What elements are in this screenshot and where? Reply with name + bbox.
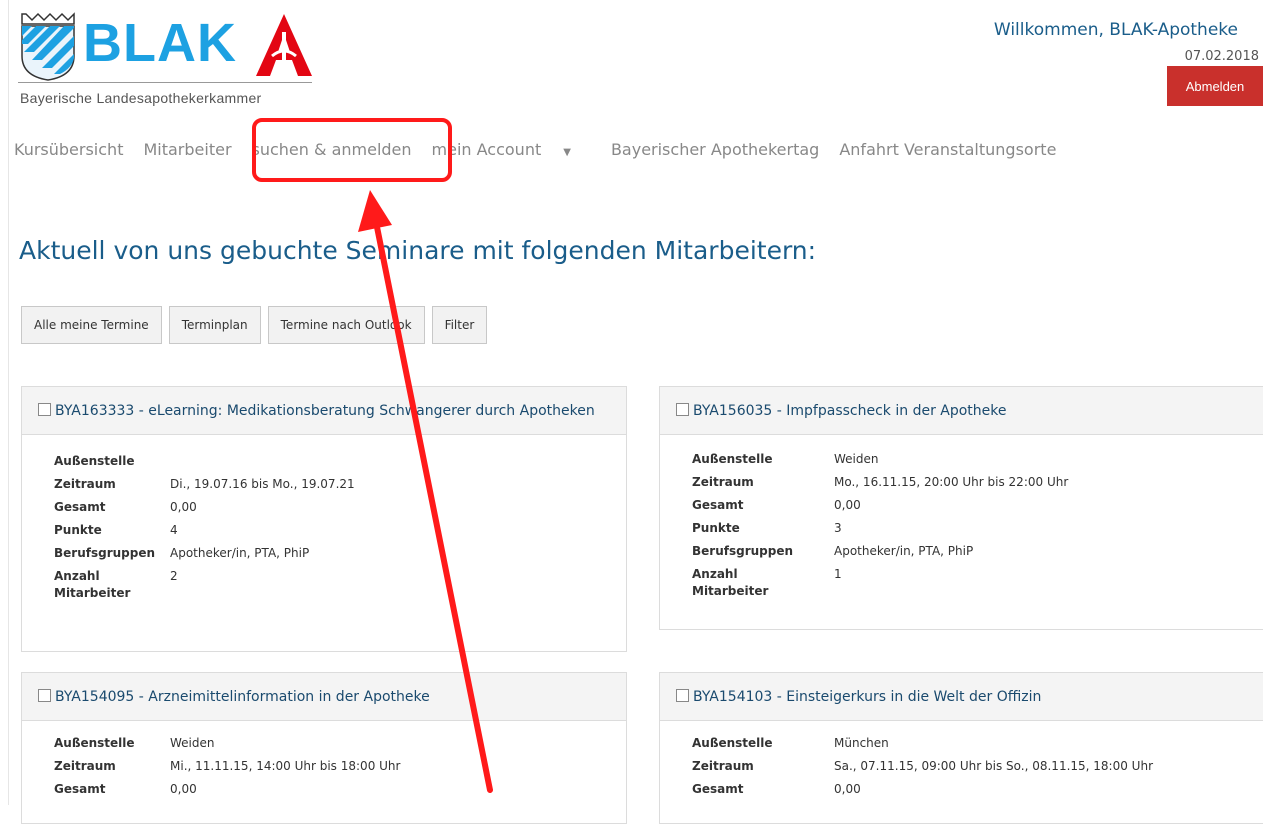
checkbox-icon[interactable] bbox=[38, 689, 51, 702]
seminar-title[interactable]: BYA154103 - Einsteigerkurs in die Welt d… bbox=[693, 689, 1041, 705]
nav-item-anfahrt[interactable]: Anfahrt Veranstaltungsorte bbox=[839, 140, 1056, 159]
detail-row: Zeitraum Mi., 11.11.15, 14:00 Uhr bis 18:… bbox=[54, 759, 401, 773]
outlook-export-button[interactable]: Termine nach Outlook bbox=[267, 306, 425, 344]
checkbox-icon[interactable] bbox=[676, 689, 689, 702]
seminar-card: BYA154103 - Einsteigerkurs in die Welt d… bbox=[659, 672, 1263, 824]
main-nav: Kursübersicht Mitarbeiter suchen & anmel… bbox=[14, 140, 1076, 159]
seminar-card: BYA156035 - Impfpasscheck in der Apothek… bbox=[659, 386, 1263, 630]
seminar-title[interactable]: BYA163333 - eLearning: Medikationsberatu… bbox=[55, 403, 595, 419]
seminar-card-header: BYA154095 - Arzneimittelinformation in d… bbox=[22, 673, 626, 721]
detail-row: Zeitraum Mo., 16.11.15, 20:00 Uhr bis 22:… bbox=[692, 475, 1069, 489]
nav-item-kursuebersicht[interactable]: Kursübersicht bbox=[14, 140, 123, 159]
seminar-card-header: BYA154103 - Einsteigerkurs in die Welt d… bbox=[660, 673, 1263, 721]
filter-button[interactable]: Filter bbox=[431, 306, 488, 344]
detail-row: Berufsgruppen Apotheker/in, PTA, PhiP bbox=[54, 546, 310, 560]
checkbox-icon[interactable] bbox=[38, 403, 51, 416]
detail-row: Außenstelle Weiden bbox=[54, 736, 215, 750]
bavarian-crest-icon bbox=[21, 12, 75, 81]
blak-logo[interactable]: BLAK Bayerische Landesapothekerkammer bbox=[18, 10, 314, 108]
logout-button[interactable]: Abmelden bbox=[1167, 66, 1263, 106]
logo-divider bbox=[18, 82, 312, 83]
detail-row: Gesamt 0,00 bbox=[54, 500, 197, 514]
current-date: 07.02.2018 bbox=[1184, 49, 1259, 64]
seminar-card-header: BYA156035 - Impfpasscheck in der Apothek… bbox=[660, 387, 1263, 435]
seminar-card: BYA154095 - Arzneimittelinformation in d… bbox=[21, 672, 627, 824]
page-border bbox=[8, 0, 9, 805]
detail-row: Anzahl Mitarbeiter 1 bbox=[692, 567, 842, 598]
seminar-card: BYA163333 - eLearning: Medikationsberatu… bbox=[21, 386, 627, 652]
seminar-card-header: BYA163333 - eLearning: Medikationsberatu… bbox=[22, 387, 626, 435]
detail-row: Zeitraum Sa., 07.11.15, 09:00 Uhr bis So.… bbox=[692, 759, 1154, 773]
checkbox-icon[interactable] bbox=[676, 403, 689, 416]
detail-row: Gesamt 0,00 bbox=[692, 782, 861, 796]
detail-row: Zeitraum Di., 19.07.16 bis Mo., 19.07.21 bbox=[54, 477, 355, 491]
detail-row: Außenstelle bbox=[54, 454, 135, 468]
nav-item-apothekertag[interactable]: Bayerischer Apothekertag bbox=[611, 140, 819, 159]
seminar-title[interactable]: BYA156035 - Impfpasscheck in der Apothek… bbox=[693, 403, 1007, 419]
welcome-text: Willkommen, BLAK-Apotheke bbox=[993, 20, 1238, 40]
apotheke-a-icon bbox=[256, 14, 312, 76]
detail-row: Punkte 4 bbox=[54, 523, 178, 537]
detail-row: Gesamt 0,00 bbox=[54, 782, 197, 796]
seminar-title[interactable]: BYA154095 - Arzneimittelinformation in d… bbox=[55, 689, 430, 705]
page-title: Aktuell von uns gebuchte Seminare mit fo… bbox=[19, 236, 817, 265]
annotation-highlight-box bbox=[252, 118, 452, 182]
caret-down-icon: ▼ bbox=[563, 147, 571, 158]
detail-row: Außenstelle München bbox=[692, 736, 889, 750]
detail-row: Anzahl Mitarbeiter 2 bbox=[54, 569, 178, 600]
nav-item-mein-account[interactable]: mein Account ▼ bbox=[432, 140, 591, 159]
detail-row: Berufsgruppen Apotheker/in, PTA, PhiP bbox=[692, 544, 974, 558]
logo-subtitle: Bayerische Landesapothekerkammer bbox=[20, 90, 262, 106]
all-appointments-button[interactable]: Alle meine Termine bbox=[21, 306, 162, 344]
detail-row: Gesamt 0,00 bbox=[692, 498, 861, 512]
nav-item-mitarbeiter[interactable]: Mitarbeiter bbox=[143, 140, 231, 159]
logo-wordmark: BLAK bbox=[83, 13, 237, 73]
detail-row: Außenstelle Weiden bbox=[692, 452, 879, 466]
schedule-button[interactable]: Terminplan bbox=[168, 306, 261, 344]
detail-row: Punkte 3 bbox=[692, 521, 842, 535]
toolbar: Alle meine Termine Terminplan Termine na… bbox=[21, 306, 494, 344]
